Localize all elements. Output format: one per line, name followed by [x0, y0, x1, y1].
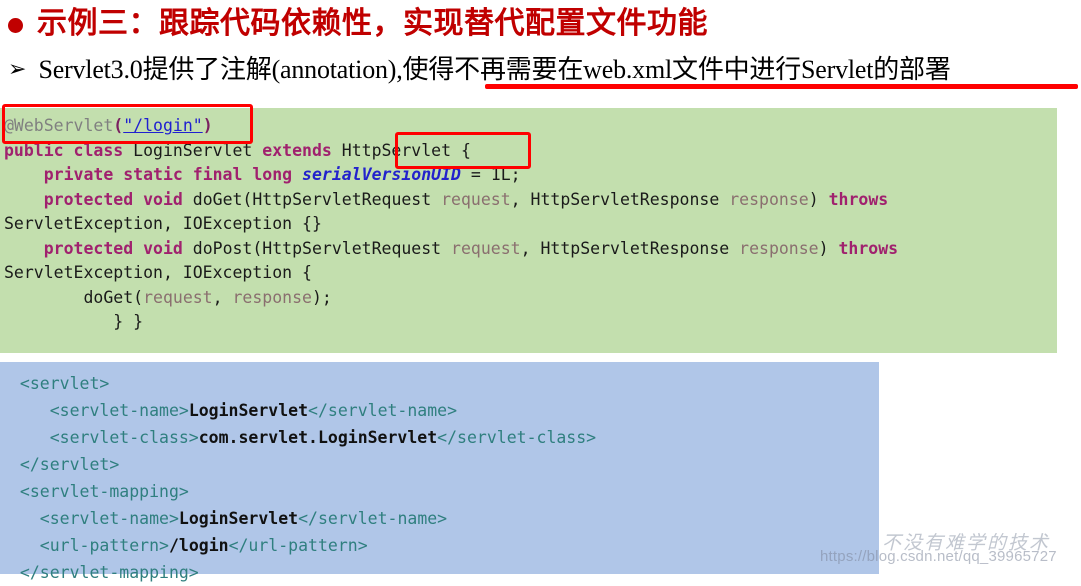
code-token: serialVersionUID [302, 165, 461, 184]
code-token: </servlet> [10, 455, 120, 474]
code-token: </servlet-name> [298, 509, 448, 528]
subtitle-text: Servlet3.0提供了注解(annotation),使得不再需要在web.x… [38, 55, 951, 84]
code-token: ) [202, 116, 213, 135]
code-token: extends [262, 140, 342, 160]
line-serialversionuid: private static final long serialVersionU… [4, 163, 1057, 188]
xml-url-pattern: <url-pattern>/login</url-pattern> [10, 532, 879, 559]
filled-circle-bullet-icon [8, 17, 23, 33]
code-token: </url-pattern> [228, 536, 368, 555]
xml-servlet-name-2: <servlet-name>LoginServlet</servlet-name… [10, 505, 879, 532]
line-annotation: @WebServlet("/login") [4, 114, 1057, 139]
code-token: </servlet-class> [437, 428, 597, 447]
slide-title-row: 示例三：跟踪代码依赖性，实现替代配置文件功能 [8, 2, 1068, 46]
code-token: </servlet-name> [308, 401, 458, 420]
code-token: @WebServlet [4, 116, 114, 135]
code-token: throws [828, 189, 889, 209]
line-dopost-throws: ServletException, IOException { [4, 261, 1057, 286]
code-token: <servlet-class> [10, 428, 199, 447]
code-token: { [460, 140, 471, 160]
code-token: <servlet-name> [10, 401, 189, 420]
code-token: private static final long [43, 165, 303, 184]
code-token: ServletException, IOException {} [4, 214, 322, 233]
code-token: protected void [43, 238, 193, 258]
arrow-bullet-icon: ➢ [8, 57, 27, 82]
code-token: <servlet-name> [10, 509, 179, 528]
code-token: <servlet> [10, 374, 110, 393]
code-token: response [739, 238, 819, 258]
code-token: request [143, 287, 213, 307]
code-token: public class [4, 140, 134, 160]
line-doget-call: doGet(request, response); [4, 286, 1057, 311]
code-token: request [451, 238, 521, 258]
code-token: , [212, 287, 233, 307]
xml-mapping-close: </servlet-mapping> [10, 559, 879, 586]
code-token: com.servlet.LoginServlet [198, 428, 438, 447]
code-token: response [729, 189, 809, 209]
code-token: HttpServlet [341, 140, 461, 160]
watermark-calligraphy: 不没有难学的技术 [882, 533, 1051, 554]
code-token: "/login" [123, 116, 203, 135]
xml-servlet-class: <servlet-class>com.servlet.LoginServlet<… [10, 424, 879, 451]
code-token: ) [818, 238, 839, 258]
code-token: } } [4, 312, 144, 331]
code-token: response [232, 287, 312, 307]
code-token: </servlet-mapping> [10, 563, 199, 582]
xml-code-block: <servlet> <servlet-name>LoginServlet</se… [0, 362, 879, 582]
code-token: LoginServlet [133, 140, 263, 160]
line-closing-braces: } } [4, 310, 1057, 335]
code-token: <url-pattern> [10, 536, 169, 555]
code-token: protected void [43, 189, 193, 209]
code-token: = 1L; [460, 165, 521, 184]
java-code-block: @WebServlet("/login") public class LoginS… [0, 108, 1057, 353]
code-token: LoginServlet [188, 401, 309, 420]
line-dopost-sig: protected void doPost(HttpServletRequest… [4, 237, 1057, 262]
page-title: 示例三：跟踪代码依赖性，实现替代配置文件功能 [37, 7, 708, 40]
code-token: doPost(HttpServletRequest [192, 238, 452, 258]
code-token: ( [113, 116, 124, 135]
line-class-decl: public class LoginServlet extends HttpSe… [4, 139, 1057, 164]
code-token: <servlet-mapping> [10, 482, 189, 501]
xml-servlet-close: </servlet> [10, 451, 879, 478]
code-token: ); [311, 287, 332, 307]
subtitle-red-underline [485, 84, 1078, 89]
code-token: doGet(HttpServletRequest [192, 189, 442, 209]
xml-servlet-open: <servlet> [10, 370, 879, 397]
code-token: , HttpServletResponse [510, 189, 730, 209]
code-token: doGet( [4, 287, 144, 307]
code-token: throws [838, 238, 899, 258]
code-token: ) [808, 189, 829, 209]
code-token: /login [168, 536, 229, 555]
line-doget-throws: ServletException, IOException {} [4, 212, 1057, 237]
code-token: , HttpServletResponse [520, 238, 740, 258]
code-token: request [441, 189, 511, 209]
xml-mapping-open: <servlet-mapping> [10, 478, 879, 505]
line-doget-sig: protected void doGet(HttpServletRequest … [4, 188, 1057, 213]
code-token: LoginServlet [178, 509, 299, 528]
xml-servlet-name-1: <servlet-name>LoginServlet</servlet-name… [10, 397, 879, 424]
code-token: ServletException, IOException { [4, 263, 312, 282]
